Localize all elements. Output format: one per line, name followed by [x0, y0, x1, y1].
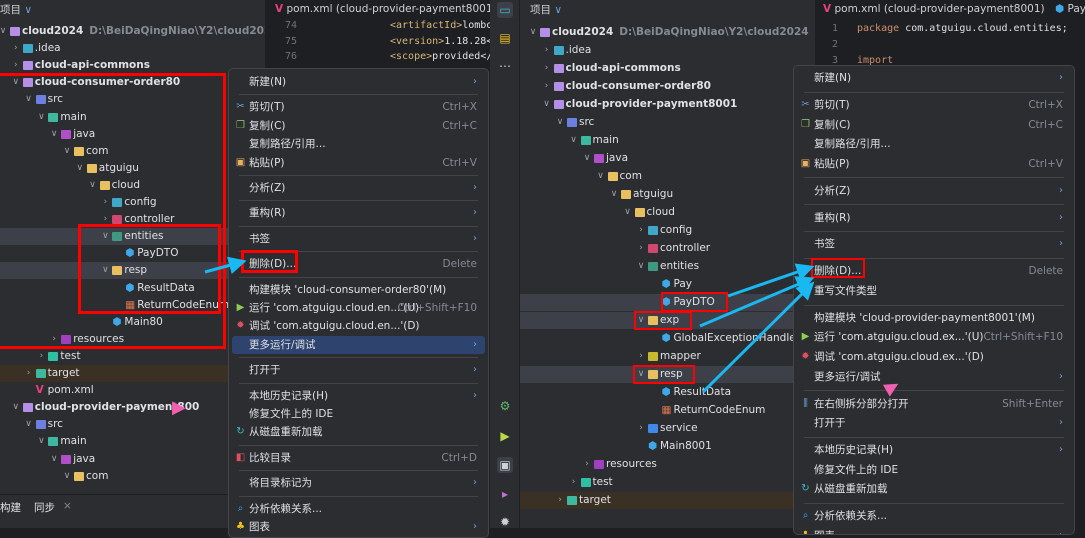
diagram-icon: ♣: [800, 530, 811, 534]
arrow-left: [204, 256, 247, 275]
arrow-paydto: [727, 263, 815, 298]
annotation-arrows: [204, 256, 815, 394]
mouse-cursor-icon: ▶: [172, 397, 186, 418]
